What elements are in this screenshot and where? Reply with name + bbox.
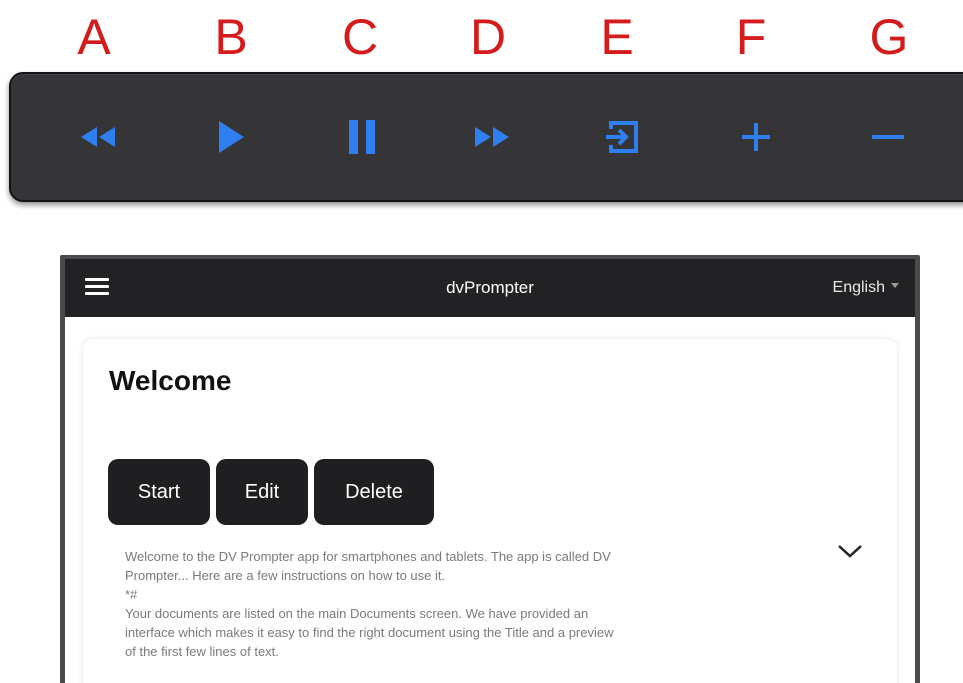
- label-d: D: [469, 9, 507, 65]
- minus-icon: [872, 135, 904, 139]
- fast-forward-icon: [475, 127, 509, 147]
- fast-forward-button[interactable]: [456, 102, 526, 172]
- pause-button[interactable]: [327, 102, 397, 172]
- edit-button[interactable]: Edit: [216, 459, 308, 525]
- start-button[interactable]: Start: [108, 459, 210, 525]
- control-letter-labels: A B C D E F G: [0, 8, 963, 66]
- document-card: Welcome Start Edit Delete Welcome to the…: [83, 339, 897, 683]
- expand-button[interactable]: [835, 541, 865, 565]
- plus-button[interactable]: [721, 102, 791, 172]
- app-window: dvPrompter English Welcome Start Edit De…: [60, 255, 920, 683]
- delete-button[interactable]: Delete: [314, 459, 434, 525]
- caret-down-icon: [891, 283, 899, 289]
- minus-button[interactable]: [853, 102, 923, 172]
- language-value: English: [832, 279, 885, 296]
- document-title: Welcome: [109, 365, 232, 396]
- play-button[interactable]: [196, 102, 266, 172]
- preview-line: Your documents are listed on the main Do…: [125, 606, 589, 621]
- label-f: F: [735, 9, 767, 65]
- preview-line: of the first few lines of text.: [125, 644, 279, 659]
- plus-icon: [742, 123, 770, 151]
- app-header: dvPrompter English: [65, 259, 915, 317]
- play-icon: [219, 121, 244, 153]
- preview-line: interface which makes it easy to find th…: [125, 625, 614, 640]
- preview-line: Welcome to the DV Prompter app for smart…: [125, 549, 611, 564]
- rewind-button[interactable]: [64, 102, 134, 172]
- pause-icon: [349, 120, 375, 154]
- chevron-down-icon: [838, 545, 862, 558]
- document-actions: Start Edit Delete: [108, 459, 434, 525]
- preview-line: Prompter... Here are a few instructions …: [125, 568, 446, 583]
- stage: A B C D E F G dvPrompter English Welcome…: [0, 0, 963, 683]
- label-a: A: [77, 9, 111, 65]
- label-c: C: [341, 9, 379, 65]
- language-select[interactable]: English: [833, 259, 899, 317]
- preview-line: *#: [125, 587, 138, 602]
- control-bar: [9, 72, 963, 202]
- rewind-icon: [81, 127, 115, 147]
- enter-icon: [606, 121, 638, 153]
- label-e: E: [600, 9, 634, 65]
- document-preview: Welcome to the DV Prompter app for smart…: [125, 547, 825, 661]
- label-b: B: [214, 9, 248, 65]
- app-title: dvPrompter: [446, 278, 534, 297]
- app-body: Welcome Start Edit Delete Welcome to the…: [65, 317, 915, 683]
- enter-button[interactable]: [587, 102, 657, 172]
- label-g: G: [869, 9, 909, 65]
